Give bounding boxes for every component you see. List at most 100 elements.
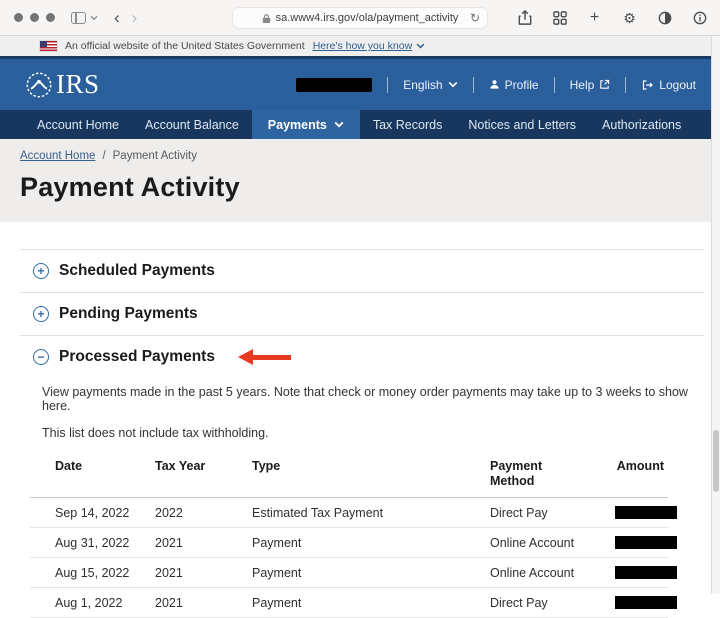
- cell-date: Aug 1, 2022: [55, 595, 123, 610]
- breadcrumb-current: Payment Activity: [112, 150, 198, 162]
- main-navigation: Account Home Account Balance Payments Ta…: [0, 110, 720, 139]
- profile-link[interactable]: Profile: [489, 78, 539, 92]
- cell-tax-year: 2021: [155, 595, 183, 610]
- url-text: sa.www4.irs.gov/ola/payment_activity: [275, 12, 459, 24]
- accordion-scheduled-payments[interactable]: + Scheduled Payments: [0, 250, 720, 292]
- vertical-scrollbar[interactable]: [711, 36, 720, 594]
- col-header-payment-method: Payment Method: [490, 459, 543, 488]
- page-title: Payment Activity: [20, 172, 240, 202]
- chevron-down-icon: [90, 15, 98, 20]
- breadcrumb-account-home-link[interactable]: Account Home: [20, 150, 95, 162]
- us-flag-icon: [40, 41, 57, 51]
- logout-icon: [643, 79, 654, 90]
- contrast-icon[interactable]: [656, 9, 673, 26]
- plus-circle-icon: +: [33, 263, 49, 279]
- browser-window: ‹ › sa.www4.irs.gov/ola/payment_activity…: [0, 0, 720, 618]
- back-button[interactable]: ‹: [108, 9, 126, 26]
- chevron-down-icon: [416, 43, 425, 49]
- redacted-amount: [615, 596, 677, 609]
- page-content: + Scheduled Payments + Pending Payments …: [0, 222, 720, 618]
- annotation-arrow-icon: [237, 349, 291, 365]
- new-tab-icon[interactable]: +: [586, 9, 603, 26]
- chevron-down-icon: [334, 121, 344, 128]
- plus-circle-icon: +: [33, 306, 49, 322]
- forward-button[interactable]: ›: [126, 9, 144, 26]
- col-header-date: Date: [55, 459, 83, 473]
- person-icon: [489, 80, 499, 89]
- irs-eagle-icon: [26, 72, 52, 97]
- cell-date: Aug 31, 2022: [55, 535, 130, 550]
- cell-tax-year: 2022: [155, 505, 183, 520]
- col-header-tax-year: Tax Year: [155, 459, 206, 473]
- irs-site-header: IRS English Profile Help Logout: [0, 56, 720, 110]
- nav-item-account-balance[interactable]: Account Balance: [132, 110, 252, 139]
- divider: [625, 76, 627, 93]
- share-icon[interactable]: [516, 9, 533, 26]
- cell-tax-year: 2021: [155, 535, 183, 550]
- toolbar-actions: + ⚙: [516, 9, 708, 26]
- table-row: Aug 31, 2022 2021 Payment Online Account: [30, 528, 677, 558]
- browser-toolbar: ‹ › sa.www4.irs.gov/ola/payment_activity…: [0, 0, 720, 36]
- minimize-window-button[interactable]: [30, 13, 39, 22]
- col-header-type: Type: [252, 459, 281, 473]
- cell-type: Estimated Tax Payment: [252, 505, 384, 520]
- help-link[interactable]: Help: [570, 78, 611, 92]
- nav-item-account-home[interactable]: Account Home: [24, 110, 132, 139]
- processed-note: This list does not include tax withholdi…: [42, 426, 269, 440]
- sidebar-icon: [71, 11, 86, 24]
- cell-method: Online Account: [490, 565, 575, 580]
- table-row: Aug 1, 2022 2021 Payment Direct Pay: [30, 588, 677, 618]
- banner-text: An official website of the United States…: [65, 40, 305, 52]
- accordion-processed-payments[interactable]: − Processed Payments: [0, 336, 720, 378]
- cell-method: Online Account: [490, 535, 575, 550]
- info-icon[interactable]: [691, 9, 708, 26]
- redacted-amount: [615, 506, 677, 519]
- irs-logo-text: IRS: [56, 69, 100, 99]
- reload-icon[interactable]: ↻: [470, 11, 480, 25]
- nav-item-payments[interactable]: Payments: [251, 110, 360, 139]
- table-header-row: Date Tax Year Type Payment Method Amount: [30, 453, 668, 498]
- usa-gov-banner: An official website of the United States…: [0, 36, 720, 56]
- payments-table: Date Tax Year Type Payment Method Amount…: [30, 453, 677, 618]
- external-link-icon: [600, 79, 610, 89]
- processed-description: View payments made in the past 5 years. …: [42, 385, 688, 413]
- divider: [472, 76, 474, 93]
- cell-date: Sep 14, 2022: [55, 505, 130, 520]
- breadcrumb: Account Home / Payment Activity: [20, 150, 720, 162]
- accordion-pending-payments[interactable]: + Pending Payments: [0, 293, 720, 335]
- cell-method: Direct Pay: [490, 505, 548, 520]
- close-window-button[interactable]: [14, 13, 23, 22]
- table-row: Aug 15, 2022 2021 Payment Online Account: [30, 558, 677, 588]
- nav-item-notices-letters[interactable]: Notices and Letters: [455, 110, 589, 139]
- nav-item-tax-records[interactable]: Tax Records: [360, 110, 455, 139]
- breadcrumb-separator: /: [102, 150, 106, 162]
- nav-item-authorizations[interactable]: Authorizations: [589, 110, 694, 139]
- redacted-amount: [615, 566, 677, 579]
- col-header-amount: Amount: [616, 459, 664, 473]
- minus-circle-icon: −: [33, 349, 49, 365]
- cell-method: Direct Pay: [490, 595, 548, 610]
- redacted-amount: [615, 536, 677, 549]
- cell-tax-year: 2021: [155, 565, 183, 580]
- chevron-down-icon: [448, 81, 457, 88]
- settings-gear-icon[interactable]: ⚙: [621, 9, 638, 26]
- maximize-window-button[interactable]: [46, 13, 55, 22]
- language-selector[interactable]: English: [403, 78, 457, 92]
- banner-how-link[interactable]: Here's how you know: [313, 40, 425, 52]
- divider: [553, 76, 555, 93]
- tab-overview-icon[interactable]: [551, 9, 568, 26]
- irs-logo[interactable]: IRS: [24, 70, 100, 100]
- table-row: Sep 14, 2022 2022 Estimated Tax Payment …: [30, 498, 677, 528]
- header-utility-nav: English Profile Help Logout: [296, 76, 696, 93]
- cell-type: Payment: [252, 565, 302, 580]
- divider: [387, 76, 389, 93]
- cell-type: Payment: [252, 595, 302, 610]
- redacted-username: [296, 77, 373, 92]
- logout-link[interactable]: Logout: [641, 78, 696, 92]
- scrollbar-thumb[interactable]: [713, 430, 719, 492]
- sidebar-toggle-button[interactable]: [71, 11, 98, 24]
- address-bar[interactable]: sa.www4.irs.gov/ola/payment_activity ↻: [232, 7, 488, 29]
- window-controls: [14, 13, 55, 22]
- cell-type: Payment: [252, 535, 302, 550]
- cell-date: Aug 15, 2022: [55, 565, 130, 580]
